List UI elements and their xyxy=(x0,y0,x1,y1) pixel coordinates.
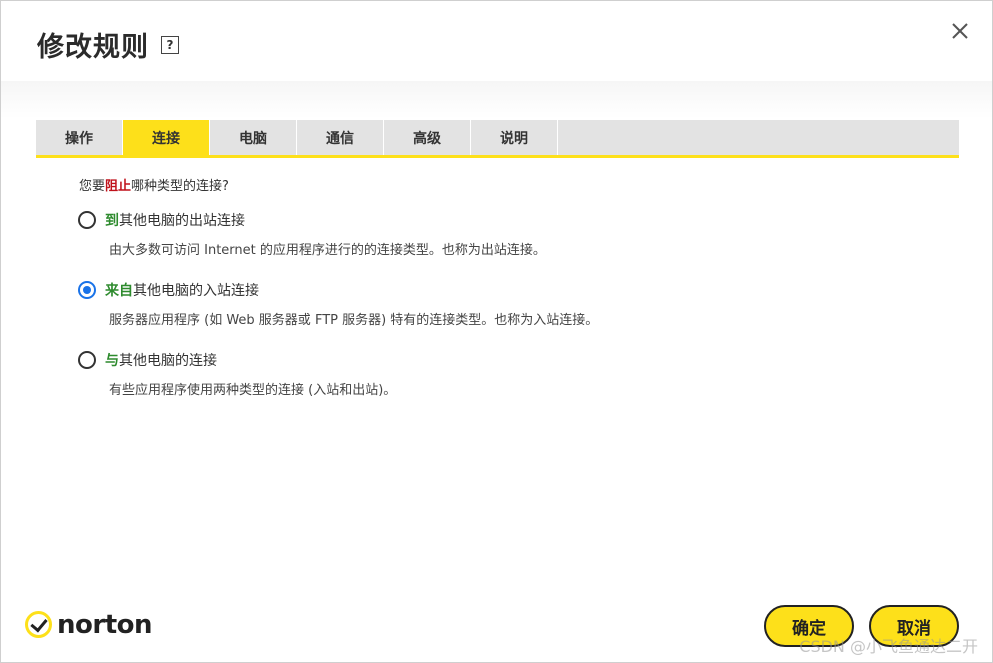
title-row: 修改规则 ? xyxy=(37,25,179,64)
tab-action[interactable]: 操作 xyxy=(36,120,123,155)
option-highlight: 与 xyxy=(105,353,119,369)
option-highlight: 到 xyxy=(105,213,119,229)
logo-text: norton xyxy=(57,609,153,640)
question-text: 您要阻止哪种类型的连接? xyxy=(79,175,939,194)
option-both[interactable]: 与其他电脑的连接 有些应用程序使用两种类型的连接 (入站和出站)。 xyxy=(78,350,939,398)
tab-advanced[interactable]: 高级 xyxy=(384,120,471,155)
tab-connection[interactable]: 连接 xyxy=(123,120,210,155)
option-outbound[interactable]: 到其他电脑的出站连接 由大多数可访问 Internet 的应用程序进行的的连接类… xyxy=(78,210,939,258)
option-highlight: 来自 xyxy=(105,283,133,299)
option-label: 到其他电脑的出站连接 xyxy=(105,210,245,230)
help-icon[interactable]: ? xyxy=(161,35,179,54)
option-inbound[interactable]: 来自其他电脑的入站连接 服务器应用程序 (如 Web 服务器或 FTP 服务器)… xyxy=(78,280,939,328)
option-description: 由大多数可访问 Internet 的应用程序进行的的连接类型。也称为出站连接。 xyxy=(109,243,546,258)
norton-logo: norton xyxy=(25,609,153,640)
question-highlight: 阻止 xyxy=(105,179,132,194)
close-icon[interactable] xyxy=(948,19,972,43)
option-label-text: 其他电脑的出站连接 xyxy=(119,213,245,229)
question-prefix: 您要 xyxy=(79,179,106,194)
header-band xyxy=(1,81,992,119)
radio-outbound[interactable] xyxy=(78,211,96,229)
tab-computer[interactable]: 电脑 xyxy=(210,120,297,155)
option-label: 与其他电脑的连接 xyxy=(105,350,217,370)
radio-both[interactable] xyxy=(78,351,96,369)
connection-panel: 您要阻止哪种类型的连接? 到其他电脑的出站连接 由大多数可访问 Internet… xyxy=(78,175,939,398)
modify-rule-dialog: 修改规则 ? 操作 连接 电脑 通信 高级 说明 您要阻止哪种类型的连接? 到其… xyxy=(0,0,993,663)
watermark: CSDN @小飞鱼通达二开 xyxy=(799,637,978,656)
option-label-text: 其他电脑的入站连接 xyxy=(133,283,259,299)
tab-description[interactable]: 说明 xyxy=(471,120,558,155)
tab-bar: 操作 连接 电脑 通信 高级 说明 xyxy=(36,120,959,158)
radio-inbound[interactable] xyxy=(78,281,96,299)
option-description: 服务器应用程序 (如 Web 服务器或 FTP 服务器) 特有的连接类型。也称为… xyxy=(109,313,599,328)
option-label-text: 其他电脑的连接 xyxy=(119,353,217,369)
question-suffix: 哪种类型的连接? xyxy=(131,179,229,194)
option-description: 有些应用程序使用两种类型的连接 (入站和出站)。 xyxy=(109,383,397,398)
dialog-title: 修改规则 xyxy=(37,32,149,63)
norton-check-icon xyxy=(25,611,52,638)
option-label: 来自其他电脑的入站连接 xyxy=(105,280,259,300)
tab-communication[interactable]: 通信 xyxy=(297,120,384,155)
